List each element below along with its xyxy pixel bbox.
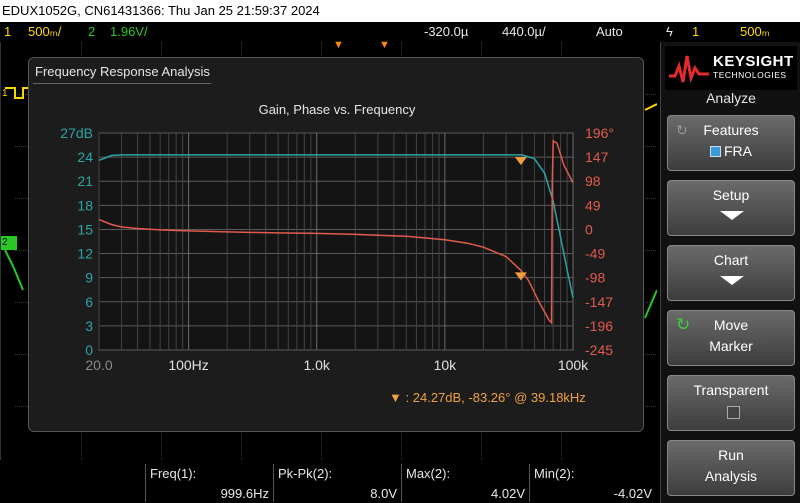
- run-analysis-softkey[interactable]: Run Analysis: [667, 440, 795, 496]
- marker-value: 24.27dB, -83.26° @ 39.18kHz: [412, 390, 586, 405]
- softkey-label: Setup: [712, 187, 750, 203]
- ch2-waveform-right: [644, 289, 657, 319]
- transparent-softkey[interactable]: Transparent: [667, 375, 795, 431]
- y-right-tick-label: 98: [585, 173, 601, 189]
- y-left-tick-label: 18: [77, 197, 93, 213]
- ch1-scale[interactable]: 500ₘ/: [28, 22, 61, 42]
- status-bar: 1 500ₘ/ 2 1.96V/ -320.0µ 440.0µ/ Auto ϟ …: [0, 22, 800, 42]
- ch1-number[interactable]: 1: [4, 22, 11, 42]
- y-left-tick-label: 27dB: [60, 125, 93, 141]
- transparent-checkbox[interactable]: [727, 406, 740, 419]
- delay-readout[interactable]: -320.0µ: [424, 22, 468, 42]
- features-softkey[interactable]: ↻ Features FRA: [667, 115, 795, 171]
- y-right-tick-label: -49: [585, 246, 605, 262]
- softkey-label: Features: [703, 122, 759, 138]
- y-left-tick-label: 9: [85, 270, 93, 286]
- measurement-value: 999.6Hz: [220, 486, 269, 501]
- x-tick-label: 20.0: [85, 357, 112, 373]
- ch1-ground-marker[interactable]: 1: [2, 88, 14, 100]
- y-right-tick-label: 0: [585, 221, 593, 237]
- y-left-tick-label: 0: [85, 342, 93, 358]
- ch2-number[interactable]: 2: [88, 22, 95, 42]
- measurement-value: 4.02V: [491, 486, 525, 501]
- softkey-panel: KEYSIGHT TECHNOLOGIES Analyze ↻ Features…: [660, 42, 800, 503]
- measurement-bar: Freq(1): 999.6Hz Pk-Pk(2): 8.0V Max(2): …: [0, 460, 656, 503]
- x-tick-label: 10k: [434, 357, 458, 373]
- measurement-value: -4.02V: [613, 486, 652, 501]
- y-left-tick-label: 12: [77, 246, 93, 262]
- fra-checkbox-icon: [710, 146, 721, 157]
- measurement-label: Min(2):: [534, 466, 575, 481]
- keysight-wave-icon: [669, 55, 709, 84]
- softkey-label-2: Marker: [709, 338, 753, 354]
- y-right-tick-label: 196°: [585, 125, 614, 141]
- marker-icon: ▼: [389, 390, 402, 405]
- measurement-freq[interactable]: Freq(1): 999.6Hz: [145, 464, 273, 502]
- x-tick-label: 100Hz: [168, 357, 208, 373]
- softkey-label: Run: [718, 447, 744, 463]
- fra-chart[interactable]: 0 3 6 9 12 15 18 21 24 27dB -245 -196 -147 -98 -49 0 49 9…: [29, 58, 645, 433]
- softkey-label-2: Analysis: [704, 468, 758, 484]
- measurement-label: Max(2):: [406, 466, 451, 481]
- ch2-ground-marker[interactable]: 2: [1, 236, 17, 250]
- marker-prefix: :: [405, 390, 410, 405]
- move-marker-softkey[interactable]: ↻ Move Marker: [667, 310, 795, 366]
- softkey-value: FRA: [668, 143, 794, 159]
- x-tick-label: 100k: [558, 357, 589, 373]
- ch2-waveform: [4, 249, 24, 291]
- y-left-tick-label: 24: [77, 149, 93, 165]
- softkey-label: Transparent: [693, 382, 769, 398]
- ch1-waveform-right: [644, 103, 657, 111]
- measurement-pkpk[interactable]: Pk-Pk(2): 8.0V: [273, 464, 401, 502]
- softkey-label: Move: [713, 317, 749, 333]
- x-tick-label: 1.0k: [303, 357, 330, 373]
- y-right-tick-label: -98: [585, 270, 605, 286]
- trigger-edge-icon: ϟ: [666, 24, 673, 39]
- features-value: FRA: [724, 143, 752, 159]
- measurement-label: Pk-Pk(2):: [278, 466, 333, 481]
- trigger-position-icon[interactable]: ▼: [379, 39, 390, 51]
- marker-readout: ▼ : 24.27dB, -83.26° @ 39.18kHz: [389, 390, 586, 405]
- y-right-tick-label: 147: [585, 149, 609, 165]
- ch2-scale[interactable]: 1.96V/: [110, 22, 148, 42]
- delay-marker-icon[interactable]: ▼: [333, 39, 344, 51]
- measurement-label: Freq(1):: [150, 466, 197, 481]
- y-right-tick-label: 49: [585, 197, 601, 213]
- y-left-tick-label: 21: [77, 173, 93, 189]
- submenu-arrow-icon: [720, 211, 744, 220]
- brand-name: KEYSIGHT: [713, 53, 794, 70]
- y-left-tick-label: 3: [85, 318, 93, 334]
- trigger-level[interactable]: 500ₘ: [740, 22, 770, 42]
- submenu-arrow-icon: [720, 276, 744, 285]
- y-right-tick-label: -147: [585, 294, 613, 310]
- fra-dialog[interactable]: Frequency Response Analysis Gain, Phase …: [28, 57, 644, 432]
- y-right-tick-label: -196: [585, 318, 613, 334]
- y-left-tick-label: 15: [77, 221, 93, 237]
- chart-softkey[interactable]: Chart: [667, 245, 795, 301]
- y-left-tick-label: 6: [85, 294, 93, 310]
- menu-heading: Analyze: [706, 90, 756, 106]
- y-right-tick-label: -245: [585, 342, 613, 358]
- plot-area: [98, 132, 574, 351]
- keysight-logo: KEYSIGHT TECHNOLOGIES: [665, 46, 797, 90]
- setup-softkey[interactable]: Setup: [667, 180, 795, 236]
- measurement-max[interactable]: Max(2): 4.02V: [401, 464, 529, 502]
- timebase-readout[interactable]: 440.0µ/: [502, 22, 546, 42]
- brand-subtitle: TECHNOLOGIES: [713, 70, 787, 80]
- window-title: EDUX1052G, CN61431366: Thu Jan 25 21:59:…: [0, 0, 800, 22]
- measurement-value: 8.0V: [370, 486, 397, 501]
- softkey-label: Chart: [713, 252, 749, 268]
- trigger-mode[interactable]: Auto: [596, 22, 623, 42]
- measurement-min[interactable]: Min(2): -4.02V: [529, 464, 656, 502]
- trigger-source[interactable]: 1: [692, 22, 699, 42]
